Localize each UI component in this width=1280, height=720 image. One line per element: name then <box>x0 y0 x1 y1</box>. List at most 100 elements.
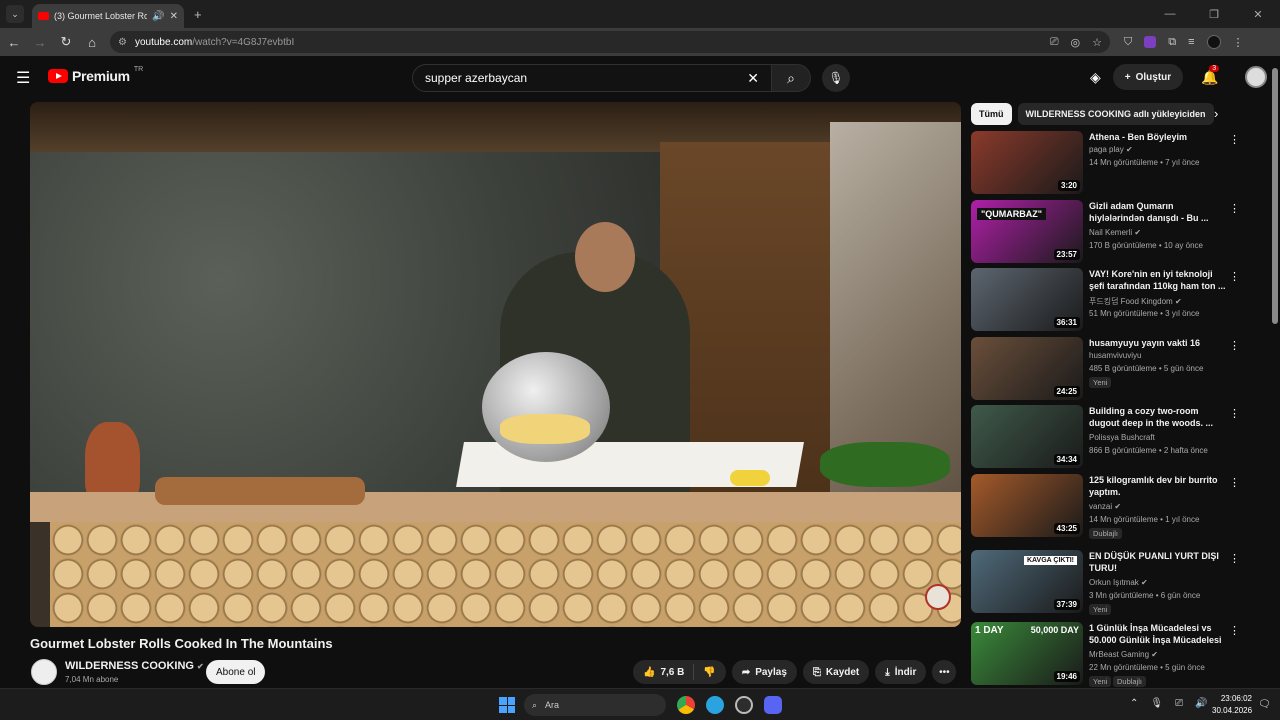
recommendation-item[interactable]: KAVGA ÇIKTI! 37:39 EN DÜŞÜK PUANLI YURT DI… <box>971 550 1251 615</box>
recommendation-channel[interactable]: paga play ✔ <box>1089 145 1133 154</box>
search-button[interactable]: ⌕ <box>771 64 811 92</box>
recommendation-title[interactable]: VAY! Kore'nin en iyi teknoloji şefi tara… <box>1089 268 1227 292</box>
volume-icon[interactable]: 🔊 <box>1195 698 1207 709</box>
share-button[interactable]: ➦ Paylaş <box>731 660 797 684</box>
recommendation-title[interactable]: Gizli adam Qumarın hiylələrindən danışdı… <box>1089 200 1227 224</box>
close-window-icon[interactable]: ✕ <box>1236 0 1280 28</box>
extensions-puzzle-icon[interactable]: ⧉ <box>1168 36 1176 49</box>
home-icon[interactable]: ⌂ <box>80 30 104 54</box>
chevron-right-icon[interactable]: › <box>1214 106 1218 121</box>
speaker-icon[interactable]: 🔊 <box>152 11 164 22</box>
mic-tray-icon[interactable]: 🎙 <box>1150 698 1163 709</box>
shield-extension-icon[interactable]: ⛉ <box>1124 36 1132 49</box>
url-field[interactable]: ⚙ youtube.com/watch?v=4G8J7evbtbI ⎚ ◎ ☆ <box>110 31 1110 53</box>
account-avatar[interactable] <box>1244 66 1267 88</box>
video-player[interactable] <box>30 102 961 627</box>
browser-tab[interactable]: (3) Gourmet Lobster Rolls C 🔊 ✕ <box>32 4 184 28</box>
channel-name[interactable]: WILDERNESS COOKING ✔ <box>65 660 204 672</box>
video-thumbnail[interactable]: 43:25 <box>971 474 1083 537</box>
notification-center-icon[interactable]: 🗨 <box>1258 699 1271 710</box>
windows-start-icon[interactable] <box>499 697 515 713</box>
discord-icon[interactable] <box>764 696 782 714</box>
cast-chip-icon[interactable]: ◈ <box>1090 69 1101 86</box>
video-thumbnail[interactable]: 1 DAY 50,000 DAY 19:46 <box>971 622 1083 685</box>
close-tab-icon[interactable]: ✕ <box>170 11 178 22</box>
channel-avatar[interactable] <box>31 659 57 685</box>
taskbar-clock[interactable]: 23:06:02 30.04.2026 <box>1212 693 1252 717</box>
chip-all[interactable]: Tümü <box>971 103 1012 125</box>
page-scrollbar[interactable] <box>1270 56 1280 688</box>
create-button[interactable]: + Oluştur <box>1112 64 1184 90</box>
scrollbar-thumb[interactable] <box>1272 68 1278 324</box>
more-options-icon[interactable]: ⋮ <box>1229 133 1240 146</box>
site-info-icon[interactable]: ⚙ <box>118 37 127 48</box>
extension-icon[interactable] <box>1144 36 1157 48</box>
video-thumbnail[interactable]: 34:34 <box>971 405 1083 468</box>
tab-search-chevron-icon[interactable]: ⌄ <box>6 5 24 23</box>
more-options-icon[interactable]: ⋮ <box>1229 270 1240 283</box>
recommendation-title[interactable]: EN DÜŞÜK PUANLI YURT DIŞI TURU! <box>1089 550 1227 574</box>
more-options-icon[interactable]: ⋮ <box>1229 624 1240 637</box>
menu-hamburger-icon[interactable]: ☰ <box>16 68 30 88</box>
more-options-icon[interactable]: ⋮ <box>1229 339 1240 352</box>
video-thumbnail[interactable]: 3:20 <box>971 131 1083 194</box>
save-button[interactable]: ⎘ Kaydet <box>802 660 870 684</box>
github-icon[interactable] <box>735 696 753 714</box>
new-tab-icon[interactable]: + <box>194 7 202 22</box>
browser-menu-icon[interactable]: ⋮ <box>1233 36 1244 49</box>
recommendation-channel[interactable]: vanzai ✔ <box>1089 502 1121 511</box>
restore-icon[interactable]: ❐ <box>1192 0 1236 28</box>
recommendation-channel[interactable]: Nail Kemerli ✔ <box>1089 228 1141 237</box>
profile-avatar[interactable] <box>1206 35 1221 49</box>
taskbar-search[interactable]: ⌕ Ara <box>524 694 666 716</box>
back-icon[interactable]: ← <box>2 30 26 54</box>
thumbs-down-icon[interactable]: 👎 <box>703 667 715 678</box>
thumbs-up-icon[interactable]: 👍 <box>643 667 655 678</box>
video-thumbnail[interactable]: 24:25 <box>971 337 1083 400</box>
recommendation-item[interactable]: 24:25 husamyuyu yayın vakti 16 husamvivuvi… <box>971 337 1251 401</box>
notifications-bell-icon[interactable]: 🔔 3 <box>1201 64 1220 86</box>
more-options-icon[interactable]: ⋮ <box>1229 407 1240 420</box>
recommendation-channel[interactable]: Orkun Işıtmak ✔ <box>1089 578 1148 587</box>
recommendation-channel[interactable]: husamvivuviyu <box>1089 351 1141 360</box>
recommendation-title[interactable]: 1 Günlük İnşa Mücadelesi vs 50.000 Günlü… <box>1089 622 1227 646</box>
recommendation-channel[interactable]: 푸드킹덤 Food Kingdom ✔ <box>1089 296 1182 307</box>
tracking-eye-icon[interactable]: ◎ <box>1071 36 1081 49</box>
recommendation-item[interactable]: "QUMARBAZ" 23:57 Gizli adam Qumarın hiyləl… <box>971 200 1251 264</box>
recommendation-title[interactable]: 125 kilogramlık dev bir burrito yaptım. <box>1089 474 1227 498</box>
video-thumbnail[interactable]: "QUMARBAZ" 23:57 <box>971 200 1083 263</box>
reload-icon[interactable]: ↻ <box>54 30 78 54</box>
clear-search-icon[interactable]: ✕ <box>747 70 759 87</box>
recommendation-title[interactable]: husamyuyu yayın vakti 16 <box>1089 337 1227 349</box>
video-thumbnail[interactable]: 36:31 <box>971 268 1083 331</box>
bookmark-star-icon[interactable]: ☆ <box>1092 36 1102 49</box>
search-input[interactable]: supper azerbaycan ✕ <box>412 64 772 92</box>
chip-from-uploader[interactable]: WILDERNESS COOKING adlı yükleyiciden <box>1017 103 1214 125</box>
channel-watermark-icon[interactable] <box>925 584 951 610</box>
download-button[interactable]: ⤓ İndir <box>875 660 927 684</box>
recommendation-channel[interactable]: Polissya Bushcraft <box>1089 433 1155 442</box>
recommendation-item[interactable]: 3:20 Athena - Ben Böyleyim paga play ✔ 14 M… <box>971 131 1251 195</box>
more-options-icon[interactable]: ⋮ <box>1229 552 1240 565</box>
more-actions-icon[interactable]: ••• <box>932 660 957 684</box>
reading-list-icon[interactable]: ≡ <box>1188 36 1194 48</box>
more-options-icon[interactable]: ⋮ <box>1229 476 1240 489</box>
forward-icon[interactable]: → <box>28 30 52 54</box>
recommendation-title[interactable]: Athena - Ben Böyleyim <box>1089 131 1227 143</box>
minimize-icon[interactable]: — <box>1148 0 1192 28</box>
video-thumbnail[interactable]: KAVGA ÇIKTI! 37:39 <box>971 550 1083 613</box>
like-dislike-button[interactable]: 👍 7,6 B 👎 <box>633 660 726 684</box>
recommendation-item[interactable]: 34:34 Building a cozy two-room dugout dee… <box>971 405 1251 469</box>
voice-search-button[interactable]: 🎙 <box>822 64 850 92</box>
network-icon[interactable]: ⎚ <box>1175 698 1183 709</box>
recommendation-channel[interactable]: MrBeast Gaming ✔ <box>1089 650 1158 659</box>
tray-chevron-icon[interactable]: ⌃ <box>1130 698 1138 709</box>
chrome-icon[interactable] <box>677 696 695 714</box>
recommendation-title[interactable]: Building a cozy two-room dugout deep in … <box>1089 405 1227 429</box>
recommendation-item[interactable]: 1 DAY 50,000 DAY 19:46 1 Günlük İnşa Mücade… <box>971 622 1251 687</box>
recommendation-item[interactable]: 43:25 125 kilogramlık dev bir burrito yap… <box>971 474 1251 539</box>
recommendation-item[interactable]: 36:31 VAY! Kore'nin en iyi teknoloji şefi… <box>971 268 1251 332</box>
cast-icon[interactable]: ⎚ <box>1050 36 1059 49</box>
subscribe-button[interactable]: Abone ol <box>206 660 266 684</box>
more-options-icon[interactable]: ⋮ <box>1229 202 1240 215</box>
